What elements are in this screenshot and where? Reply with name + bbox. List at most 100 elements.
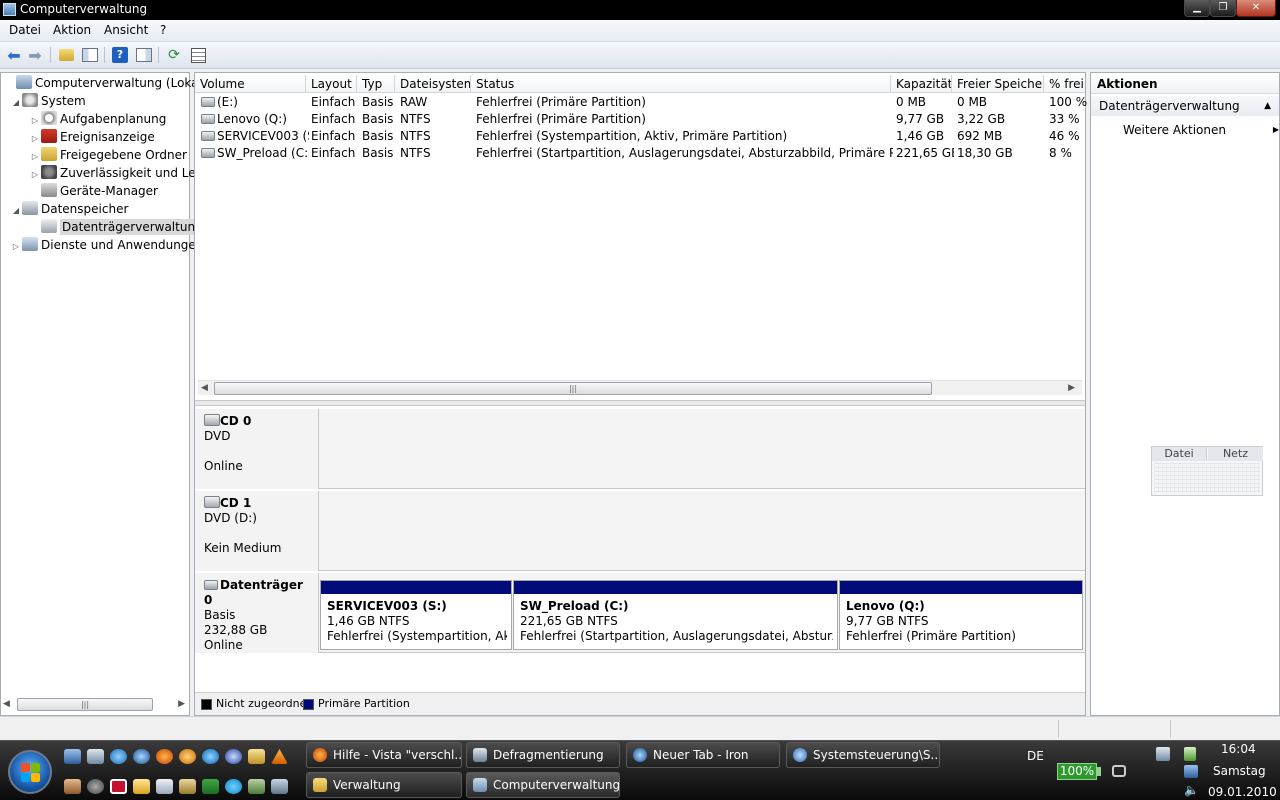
back-arrow-icon[interactable]: ⬅	[4, 46, 24, 65]
column-status[interactable]: Status	[471, 75, 891, 93]
tool-app-icon[interactable]	[64, 779, 81, 794]
menu-aktion[interactable]: Aktion	[53, 23, 91, 37]
disk-label[interactable]: CD 0 DVD Online	[195, 409, 319, 489]
column-layout[interactable]: Layout	[306, 75, 357, 93]
task-computerverwaltung[interactable]: Computerverwaltung	[466, 772, 620, 798]
scroll-left-icon[interactable]: ◀	[201, 383, 208, 393]
tree-node[interactable]: ▷ Freigegebene Ordner	[29, 146, 187, 164]
column-freier-speicher[interactable]: Freier Speicher	[952, 75, 1044, 93]
tree-node[interactable]: ▷ Zuverlässigkeit und Leis	[29, 164, 205, 182]
help-icon[interactable]: ?	[110, 46, 130, 64]
actions-section-disk-management[interactable]: Datenträgerverwaltung ▲	[1091, 96, 1279, 116]
tray-app-icon[interactable]	[1156, 747, 1170, 761]
volume-speaker-icon[interactable]: 🔈	[1184, 783, 1199, 797]
clock-date[interactable]: 09.01.2010	[1208, 785, 1277, 799]
utility-app-icon[interactable]	[248, 779, 265, 794]
scroll-right-icon[interactable]: ▶	[1068, 383, 1075, 393]
task-defragmentierung[interactable]: Defragmentierung	[466, 742, 620, 768]
column-volume[interactable]: Volume	[195, 75, 306, 93]
document-app-icon[interactable]	[156, 779, 173, 794]
task-neuer-tab-iron[interactable]: Neuer Tab - Iron	[626, 742, 780, 768]
disk-row-disk0[interactable]: Datenträger 0 Basis 232,88 GB Online SER…	[195, 573, 1085, 653]
tree-node[interactable]: ▷ Dienste und Anwendungen	[10, 236, 203, 254]
settings-app-icon[interactable]	[87, 779, 104, 794]
tree-node[interactable]: Datenträgerverwaltung	[29, 218, 205, 236]
iron-browser-icon[interactable]	[133, 749, 150, 764]
network-tool-icon[interactable]	[271, 779, 288, 794]
disk-label[interactable]: Datenträger 0 Basis 232,88 GB Online	[195, 573, 319, 653]
tree-horizontal-scrollbar[interactable]: ◀ ||| ▶	[3, 697, 187, 712]
pen-app-icon[interactable]	[179, 779, 196, 794]
tree-node[interactable]: Geräte-Manager	[29, 182, 158, 200]
sync-icon[interactable]	[1112, 765, 1126, 777]
more-actions-item[interactable]: Weitere Aktionen ▶	[1123, 121, 1279, 139]
media-app-icon[interactable]	[179, 749, 196, 764]
disk-row-cd1[interactable]: CD 1 DVD (D:) Kein Medium	[195, 491, 1085, 571]
collapse-up-icon[interactable]: ▲	[1264, 96, 1271, 116]
language-indicator[interactable]: DE	[1027, 749, 1044, 763]
battery-level[interactable]: 100%	[1057, 763, 1097, 780]
minimize-button[interactable]: ▁	[1184, 0, 1210, 17]
network-app-icon[interactable]	[110, 749, 127, 764]
disk-type: DVD	[204, 429, 231, 443]
disk-label[interactable]: CD 1 DVD (D:) Kein Medium	[195, 491, 319, 571]
partition-lenovo[interactable]: Lenovo (Q:) 9,77 GB NTFS Fehlerfrei (Pri…	[839, 580, 1083, 650]
network-meter-widget[interactable]: Datei Netz	[1151, 446, 1263, 496]
show-hide-action-pane-icon[interactable]	[134, 46, 154, 64]
green-app-icon[interactable]	[202, 779, 219, 794]
tree-node[interactable]: ▷ Ereignisanzeige	[29, 128, 155, 146]
volume-row[interactable]: SERVICEV003 (S:)Einfach Basis NTFS Fehlerfr…	[195, 128, 1085, 145]
expand-arrow-icon[interactable]: ▷	[10, 238, 22, 256]
firefox-icon[interactable]	[156, 749, 173, 764]
internet-explorer-icon[interactable]	[202, 749, 219, 764]
task-verwaltung[interactable]: Verwaltung	[306, 772, 462, 798]
task-systemsteuerung[interactable]: Systemsteuerung\S...	[786, 742, 940, 768]
scroll-thumb[interactable]: |||	[214, 382, 932, 395]
tree-node[interactable]: ◢ Datenspeicher	[10, 200, 128, 218]
red-app-icon[interactable]	[110, 779, 127, 794]
tree-node[interactable]: Computerverwaltung (Lokal)	[4, 74, 207, 92]
hand-app-icon[interactable]	[133, 779, 150, 794]
scroll-thumb[interactable]: |||	[17, 698, 153, 711]
properties-icon[interactable]	[188, 46, 208, 64]
network-icon[interactable]	[1184, 765, 1198, 778]
volume-row[interactable]: Lenovo (Q:) Einfach Basis NTFS Fehlerfrei (P…	[195, 111, 1085, 128]
scroll-right-icon[interactable]: ▶	[178, 699, 185, 709]
close-button[interactable]: ✕	[1236, 0, 1276, 17]
notes-app-icon[interactable]	[248, 749, 265, 764]
volume-list-horizontal-scrollbar[interactable]: ◀ ||| ▶	[198, 380, 1082, 395]
column-typ[interactable]: Typ	[357, 75, 395, 93]
collapse-arrow-icon[interactable]: ◢	[10, 202, 22, 220]
up-folder-icon[interactable]	[56, 46, 76, 64]
column-kapazitaet[interactable]: Kapazität	[891, 75, 952, 93]
show-desktop-icon[interactable]	[64, 749, 81, 764]
partition-sw-preload[interactable]: SW_Preload (C:) 221,65 GB NTFS Fehlerfre…	[513, 580, 838, 650]
column-dateisystem[interactable]: Dateisystem	[395, 75, 471, 93]
switch-windows-icon[interactable]	[87, 749, 104, 764]
start-button[interactable]	[8, 750, 52, 794]
volume-row[interactable]: (E:) Einfach Basis RAW Fehlerfrei (Primäre P…	[195, 94, 1087, 111]
disk-row-cd0[interactable]: CD 0 DVD Online	[195, 409, 1085, 489]
maximize-button[interactable]: ❐	[1210, 0, 1236, 17]
thunderbird-icon[interactable]	[225, 749, 242, 764]
tree-node[interactable]: ◢ System	[10, 92, 86, 110]
menu-help[interactable]: ?	[160, 23, 166, 37]
refresh-icon[interactable]: ⟳	[164, 46, 184, 64]
menu-ansicht[interactable]: Ansicht	[104, 23, 148, 37]
scroll-left-icon[interactable]: ◀	[3, 699, 10, 709]
show-hide-tree-icon[interactable]	[80, 46, 100, 64]
partition-servicev003[interactable]: SERVICEV003 (S:) 1,46 GB NTFS Fehlerfrei…	[320, 580, 512, 650]
clock-time[interactable]: 16:04	[1221, 742, 1256, 756]
vlc-icon[interactable]	[271, 749, 288, 764]
clock-day[interactable]: Samstag	[1213, 764, 1266, 778]
power-plug-icon[interactable]	[1184, 747, 1196, 761]
tree-node[interactable]: ▷ Aufgabenplanung	[29, 110, 166, 128]
legend-label-unallocated: Nicht zugeordnet	[216, 697, 311, 710]
skype-icon[interactable]	[225, 779, 242, 794]
task-hilfe-vista[interactable]: Hilfe - Vista "verschl...	[306, 742, 462, 768]
menu-datei[interactable]: Datei	[9, 23, 41, 37]
collapse-arrow-icon[interactable]: ◢	[10, 94, 22, 112]
forward-arrow-icon[interactable]: ➡	[25, 46, 45, 65]
volume-row[interactable]: SW_Preload (C:) Einfach Basis NTFS Fehlerfre…	[195, 145, 1085, 162]
column-prozent-frei[interactable]: % frei	[1044, 75, 1085, 93]
